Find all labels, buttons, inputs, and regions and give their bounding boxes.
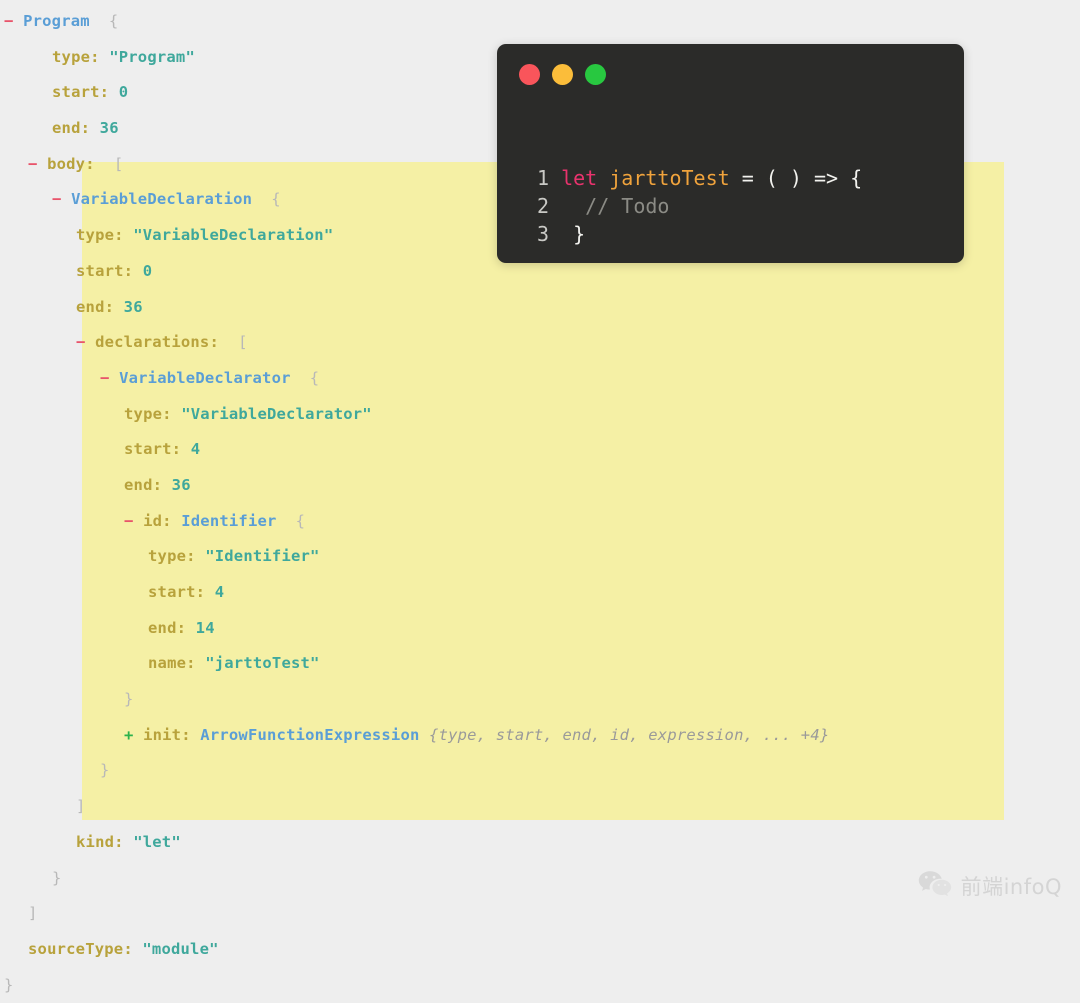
ast-line[interactable]: − id: Identifier { xyxy=(0,504,1080,540)
code-line: 2 // Todo xyxy=(537,192,862,220)
ast-bracket: { xyxy=(276,511,306,530)
watermark: 前端infoQ xyxy=(918,870,1062,901)
ast-number-value: 0 xyxy=(133,261,153,280)
ast-line[interactable]: − declarations: [ xyxy=(0,325,1080,361)
maximize-window-dot[interactable] xyxy=(585,64,606,85)
ast-key: start: xyxy=(52,83,110,102)
ast-key: body: xyxy=(47,154,95,173)
ast-bracket: [ xyxy=(219,333,248,352)
expand-toggle-icon[interactable]: + xyxy=(124,726,143,744)
ast-line[interactable]: kind: "let" xyxy=(0,825,1080,861)
ast-bracket: } xyxy=(124,690,134,709)
ast-key: init: xyxy=(143,725,201,744)
minimize-window-dot[interactable] xyxy=(552,64,573,85)
source-code-card: 1 let jarttoTest = ( ) => {2 // Todo 3 } xyxy=(497,44,964,263)
ast-string-value: "VariableDeclarator" xyxy=(171,404,372,423)
ast-key: kind: xyxy=(76,832,124,851)
ast-key: type: xyxy=(148,547,196,566)
ast-key: id: xyxy=(143,511,182,530)
ast-bracket: [ xyxy=(94,154,124,173)
ast-line[interactable]: } xyxy=(0,968,1080,1003)
code-line: 1 let jarttoTest = ( ) => { xyxy=(537,164,862,192)
ast-bracket: { xyxy=(290,368,320,387)
ast-bracket: } xyxy=(100,761,110,780)
window-controls xyxy=(519,64,606,85)
wechat-icon xyxy=(918,870,952,901)
ast-key: declarations: xyxy=(95,333,219,352)
collapse-toggle-icon[interactable]: − xyxy=(124,512,143,530)
ast-line[interactable]: } xyxy=(0,682,1080,718)
ast-number-value: 36 xyxy=(114,297,143,316)
collapse-toggle-icon[interactable]: − xyxy=(4,12,23,30)
code-token-comment: // Todo xyxy=(561,194,670,218)
ast-line[interactable]: type: "VariableDeclarator" xyxy=(0,397,1080,433)
ast-string-value: "Identifier" xyxy=(195,547,320,566)
code-line-number: 2 xyxy=(537,194,562,218)
code-token-plain: } xyxy=(561,222,586,246)
collapse-toggle-icon[interactable]: − xyxy=(28,155,47,173)
ast-key: type: xyxy=(76,226,124,245)
ast-line[interactable]: type: "Identifier" xyxy=(0,539,1080,575)
ast-bracket: ] xyxy=(76,797,86,816)
ast-number-value: 0 xyxy=(109,83,129,102)
ast-key: end: xyxy=(148,618,187,637)
close-window-dot[interactable] xyxy=(519,64,540,85)
ast-key: start: xyxy=(76,261,134,280)
ast-key: start: xyxy=(124,440,182,459)
ast-number-value: 36 xyxy=(90,119,119,138)
ast-node-preview: {type, start, end, id, expression, ... +… xyxy=(419,725,830,744)
ast-string-value: "module" xyxy=(132,939,219,958)
ast-key: sourceType: xyxy=(28,939,133,958)
ast-line[interactable]: name: "jarttoTest" xyxy=(0,646,1080,682)
ast-key: start: xyxy=(148,583,206,601)
ast-line[interactable]: end: 36 xyxy=(0,468,1080,504)
ast-node-type[interactable]: ArrowFunctionExpression xyxy=(200,726,419,744)
ast-line[interactable]: } xyxy=(0,753,1080,789)
ast-line[interactable]: start: 4 xyxy=(0,575,1080,611)
ast-key: end: xyxy=(124,475,163,494)
ast-key: name: xyxy=(148,654,196,673)
ast-line[interactable]: end: 36 xyxy=(0,290,1080,326)
code-line: 3 } xyxy=(537,220,862,248)
ast-line[interactable]: − Program { xyxy=(0,4,1080,40)
ast-number-value: 4 xyxy=(205,583,225,601)
ast-bracket: } xyxy=(52,868,62,887)
ast-node-type[interactable]: VariableDeclarator xyxy=(119,369,291,387)
code-line-number: 3 xyxy=(537,222,562,246)
ast-node-type[interactable]: Identifier xyxy=(181,512,276,530)
ast-bracket: } xyxy=(4,975,14,994)
ast-key: type: xyxy=(52,47,100,66)
ast-bracket: ] xyxy=(28,904,38,923)
ast-line[interactable]: + init: ArrowFunctionExpression {type, s… xyxy=(0,718,1080,754)
ast-key: end: xyxy=(76,297,115,316)
ast-number-value: 4 xyxy=(181,440,201,459)
ast-bracket: { xyxy=(89,12,119,30)
code-token-plain: = ( ) => { xyxy=(729,166,863,190)
ast-key: type: xyxy=(124,404,172,423)
ast-node-type[interactable]: VariableDeclaration xyxy=(71,190,252,208)
collapse-toggle-icon[interactable]: − xyxy=(100,369,119,387)
collapse-toggle-icon[interactable]: − xyxy=(76,333,95,351)
ast-string-value: "Program" xyxy=(99,47,195,66)
ast-node-type[interactable]: Program xyxy=(23,12,90,30)
ast-string-value: "let" xyxy=(123,832,181,851)
collapse-toggle-icon[interactable]: − xyxy=(52,190,71,208)
ast-string-value: "jarttoTest" xyxy=(195,654,320,673)
ast-number-value: 14 xyxy=(186,618,215,637)
ast-line[interactable]: sourceType: "module" xyxy=(0,932,1080,968)
ast-bracket: { xyxy=(252,190,281,209)
ast-line[interactable]: start: 4 xyxy=(0,432,1080,468)
ast-line[interactable]: ] xyxy=(0,789,1080,825)
ast-line[interactable]: − VariableDeclarator { xyxy=(0,361,1080,397)
ast-key: end: xyxy=(52,119,91,138)
code-token-function: jarttoTest xyxy=(597,166,730,190)
code-token-keyword: let xyxy=(561,166,598,190)
ast-number-value: 36 xyxy=(162,475,191,494)
ast-string-value: "VariableDeclaration" xyxy=(123,226,334,245)
ast-line[interactable]: end: 14 xyxy=(0,611,1080,647)
ast-line[interactable]: ] xyxy=(0,896,1080,932)
code-editor[interactable]: 1 let jarttoTest = ( ) => {2 // Todo 3 } xyxy=(537,164,862,248)
watermark-text: 前端infoQ xyxy=(960,874,1062,899)
code-line-number: 1 xyxy=(537,166,562,190)
